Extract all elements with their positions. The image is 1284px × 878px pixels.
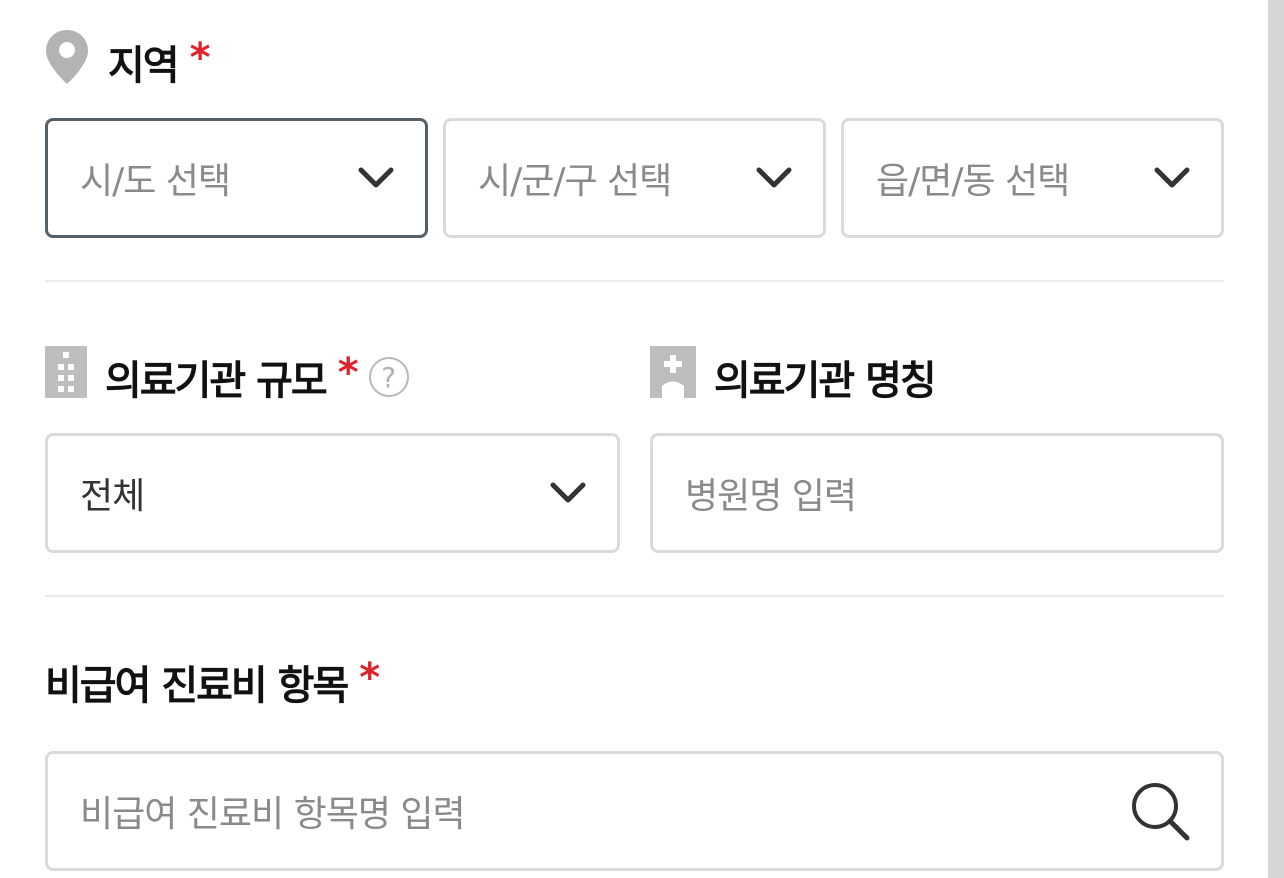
required-mark: * xyxy=(359,655,380,701)
sido-select-placeholder: 시/도 선택 xyxy=(80,161,231,202)
chevron-down-icon xyxy=(357,166,395,194)
facility-size-label: 의료기관 규모 xyxy=(105,358,328,404)
region-label-row: 지역 * xyxy=(44,30,211,92)
facility-name-label-row: 의료기관 명칭 xyxy=(650,346,937,408)
help-icon[interactable]: ? xyxy=(368,357,409,397)
facility-name-label: 의료기관 명칭 xyxy=(714,358,937,404)
facility-size-selected-value: 전체 xyxy=(80,476,145,517)
hospital-icon xyxy=(650,346,696,408)
sigungu-select[interactable]: 시/군/구 선택 xyxy=(443,118,826,238)
map-pin-icon xyxy=(44,28,90,96)
sido-select[interactable]: 시/도 선택 xyxy=(45,118,428,238)
chevron-down-icon xyxy=(755,166,793,194)
noncovered-item-label: 비급여 진료비 항목 xyxy=(45,663,349,709)
dong-select-placeholder: 읍/면/동 선택 xyxy=(876,161,1070,202)
sigungu-select-placeholder: 시/군/구 선택 xyxy=(478,161,672,202)
region-label: 지역 xyxy=(108,43,180,89)
divider xyxy=(45,280,1224,282)
facility-name-placeholder: 병원명 입력 xyxy=(685,476,857,517)
building-icon xyxy=(45,346,87,408)
scrollbar[interactable] xyxy=(1268,0,1284,878)
facility-size-label-row: 의료기관 규모 * ? xyxy=(45,346,409,408)
chevron-down-icon xyxy=(549,481,587,509)
facility-name-input[interactable]: 병원명 입력 xyxy=(650,433,1224,553)
noncovered-item-search-input[interactable]: 비급여 진료비 항목명 입력 xyxy=(45,751,1224,871)
required-mark: * xyxy=(189,35,211,81)
required-mark: * xyxy=(337,350,359,396)
noncovered-item-placeholder: 비급여 진료비 항목명 입력 xyxy=(80,794,466,835)
facility-size-select[interactable]: 전체 xyxy=(45,433,620,553)
noncovered-item-label-row: 비급여 진료비 항목 * xyxy=(45,653,380,711)
chevron-down-icon xyxy=(1153,166,1191,194)
dong-select[interactable]: 읍/면/동 선택 xyxy=(841,118,1224,238)
divider xyxy=(45,595,1224,597)
search-icon[interactable] xyxy=(1129,780,1191,846)
